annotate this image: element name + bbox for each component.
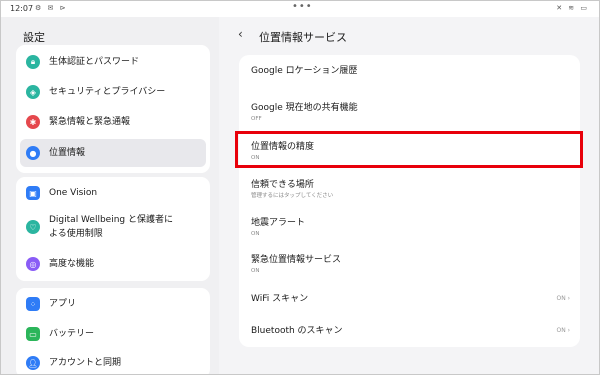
sidebar-item-label: Digital Wellbeing と保護者に bbox=[49, 215, 173, 225]
row-label: Google 現在地の共有機能 bbox=[251, 103, 358, 113]
row-emergency-location-service[interactable]: 緊急位置情報サービス ON bbox=[251, 254, 570, 275]
row-wifi-scanning[interactable]: WiFi スキャン ON › bbox=[251, 293, 570, 305]
sidebar-group-security: 🔒︎ 生体認証とパスワード ◈ セキュリティとプライバシー ✱ 緊急情報と緊急通… bbox=[16, 45, 210, 173]
apps-icon: ⁘ bbox=[26, 297, 40, 311]
vision-icon: ▣ bbox=[26, 186, 40, 200]
shield-icon: ◈ bbox=[26, 85, 40, 99]
sidebar-item-one-vision[interactable]: ▣ One Vision bbox=[20, 181, 206, 205]
row-status: OFF bbox=[251, 116, 262, 122]
advanced-icon: ◎ bbox=[26, 257, 40, 271]
row-bluetooth-scanning[interactable]: Bluetooth のスキャン ON › bbox=[251, 325, 570, 337]
sidebar-item-label: 位置情報 bbox=[49, 148, 86, 158]
wellbeing-icon: ♡ bbox=[26, 220, 40, 234]
sidebar-group-features: ▣ One Vision ♡ Digital Wellbeing と保護者に よ… bbox=[16, 177, 210, 281]
row-earthquake-alerts[interactable]: 地震アラート ON bbox=[251, 217, 570, 238]
sidebar-item-label: 高度な機能 bbox=[49, 259, 95, 269]
sidebar-item-accounts[interactable]: 👤︎ アカウントと同期 bbox=[20, 350, 206, 374]
screen: 12:07 ⚙ ✉ ⊳ ••• ✕ ≋ ▭ 設定 🔒︎ 生体認証とパスワード ◈… bbox=[0, 0, 600, 375]
sidebar-item-label: アカウントと同期 bbox=[49, 358, 122, 368]
row-status: ON bbox=[251, 268, 260, 274]
row-label: Bluetooth のスキャン bbox=[251, 326, 343, 336]
row-status: ON bbox=[251, 231, 260, 237]
row-status: 管理するにはタップしてください bbox=[251, 193, 334, 199]
row-google-location-sharing[interactable]: Google 現在地の共有機能 OFF bbox=[251, 102, 570, 123]
battery-icon: ▭ bbox=[26, 327, 40, 341]
sidebar-item-label: 生体認証とパスワード bbox=[49, 57, 140, 67]
sidebar-item-label: One Vision bbox=[49, 188, 98, 198]
row-value: ON › bbox=[556, 327, 570, 334]
location-services-pane: ‹ 位置情報サービス Google ロケーション履歴 Google 現在地の共有… bbox=[219, 17, 599, 374]
sidebar-item-battery[interactable]: ▭ バッテリー bbox=[20, 320, 206, 348]
sidebar-item-security-privacy[interactable]: ◈ セキュリティとプライバシー bbox=[20, 79, 206, 105]
row-trusted-places[interactable]: 信頼できる場所 管理するにはタップしてください bbox=[251, 179, 570, 200]
page-title: 位置情報サービス bbox=[259, 31, 347, 44]
sidebar-item-biometrics[interactable]: 🔒︎ 生体認証とパスワード bbox=[20, 49, 206, 75]
row-label: WiFi スキャン bbox=[251, 294, 309, 304]
sidebar-item-label: バッテリー bbox=[49, 329, 95, 339]
asterisk-icon: ✱ bbox=[26, 115, 40, 129]
location-services-list: Google ロケーション履歴 Google 現在地の共有機能 OFF 位置情報… bbox=[239, 55, 580, 347]
notification-icons: ⚙ ✉ ⊳ bbox=[35, 4, 68, 12]
sidebar-group-system: ⁘ アプリ ▭ バッテリー 👤︎ アカウントと同期 bbox=[16, 288, 210, 374]
sidebar-item-digital-wellbeing[interactable]: ♡ Digital Wellbeing と保護者に よる使用制限 bbox=[20, 207, 206, 247]
lock-icon: 🔒︎ bbox=[26, 55, 40, 69]
sidebar-item-label: 緊急情報と緊急通報 bbox=[49, 117, 131, 127]
row-label: 地震アラート bbox=[251, 218, 306, 228]
status-time: 12:07 bbox=[10, 4, 34, 13]
sidebar-item-label-line2: よる使用制限 bbox=[49, 229, 103, 239]
sidebar-title: 設定 bbox=[23, 31, 45, 44]
back-arrow-icon[interactable]: ‹ bbox=[238, 27, 243, 41]
sidebar-item-label: アプリ bbox=[49, 299, 77, 309]
row-value: ON › bbox=[556, 295, 570, 302]
sidebar-item-apps[interactable]: ⁘ アプリ bbox=[20, 290, 206, 318]
account-icon: 👤︎ bbox=[26, 356, 40, 370]
row-label: 緊急位置情報サービス bbox=[251, 255, 342, 265]
row-google-location-history[interactable]: Google ロケーション履歴 bbox=[251, 65, 570, 77]
row-label: 信頼できる場所 bbox=[251, 180, 314, 190]
sidebar-item-location[interactable]: ● 位置情報 bbox=[20, 139, 206, 167]
sidebar-item-emergency[interactable]: ✱ 緊急情報と緊急通報 bbox=[20, 109, 206, 135]
status-bar: 12:07 ⚙ ✉ ⊳ ••• ✕ ≋ ▭ bbox=[1, 1, 599, 17]
sidebar-item-label: セキュリティとプライバシー bbox=[49, 87, 166, 97]
highlight-box bbox=[235, 131, 583, 168]
system-status-icons: ✕ ≋ ▭ bbox=[556, 4, 589, 12]
row-label: Google ロケーション履歴 bbox=[251, 66, 358, 76]
location-pin-icon: ● bbox=[26, 146, 40, 160]
settings-sidebar: 設定 🔒︎ 生体認証とパスワード ◈ セキュリティとプライバシー ✱ 緊急情報と… bbox=[2, 17, 219, 374]
multitask-dots-icon[interactable]: ••• bbox=[292, 1, 313, 12]
sidebar-item-advanced[interactable]: ◎ 高度な機能 bbox=[20, 251, 206, 277]
